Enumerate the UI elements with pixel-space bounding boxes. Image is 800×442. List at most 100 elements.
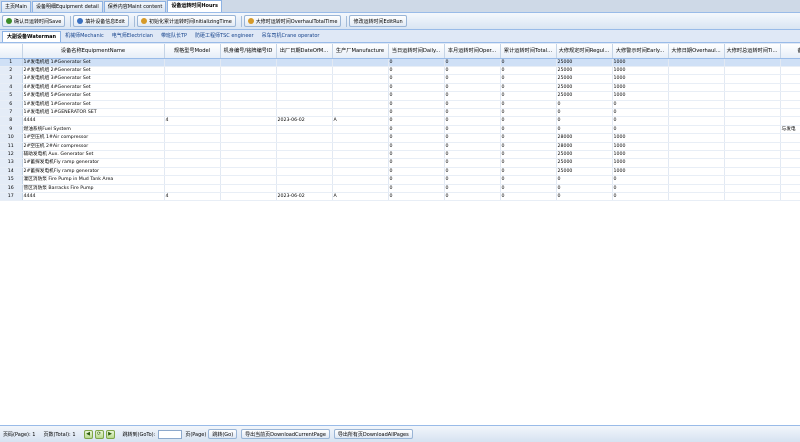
table-row[interactable]: 16 营区消防泵 Barracks Fire Pump 0 0 0 0 0 [0, 184, 800, 194]
table-cell[interactable] [276, 158, 333, 168]
table-cell[interactable] [780, 100, 800, 109]
table-cell[interactable]: 0 [388, 108, 445, 118]
table-cell[interactable] [164, 74, 221, 84]
table-cell[interactable] [668, 158, 725, 168]
table-cell[interactable] [724, 66, 781, 76]
toolbar-button-4[interactable]: 修改运转时间EditRun [349, 15, 407, 27]
table-cell[interactable]: 燃油系统Fuel System [22, 125, 165, 135]
table-cell[interactable]: 0 [444, 192, 501, 202]
table-cell[interactable] [220, 158, 277, 168]
column-header[interactable]: 累计运转时间Total... [500, 44, 557, 59]
table-row[interactable]: 13 1#蓄探发电机Fly ramp generator 0 0 0 25000 1000 [0, 158, 800, 168]
refresh-icon[interactable]: ⟳ [94, 429, 104, 439]
table-cell[interactable] [332, 133, 389, 143]
table-cell[interactable]: 25000 [556, 83, 613, 93]
table-cell[interactable] [276, 108, 333, 118]
table-cell[interactable] [332, 91, 389, 101]
table-cell[interactable]: 5#发电机组 5#Generator Set [22, 91, 165, 101]
table-cell[interactable]: 0 [444, 83, 501, 93]
table-cell[interactable]: 1000 [612, 150, 669, 160]
table-cell[interactable] [724, 192, 781, 202]
table-cell[interactable] [668, 142, 725, 151]
role-tab-2[interactable]: 电气师Electrician [108, 31, 157, 42]
table-cell[interactable] [332, 142, 389, 151]
table-cell[interactable] [668, 116, 725, 126]
table-row[interactable]: 9 燃油系统Fuel System 0 0 0 0 0 与发电 [0, 125, 800, 135]
table-cell[interactable]: 25000 [556, 167, 613, 177]
table-cell[interactable]: 1000 [612, 66, 669, 76]
table-cell[interactable]: 0 [556, 125, 613, 135]
table-cell[interactable] [724, 58, 781, 67]
role-tab-5[interactable]: 吊车司机Crane operator [258, 31, 324, 42]
table-cell[interactable]: 2023-06-02 [276, 192, 333, 202]
column-header[interactable]: 大修警示时间Early... [612, 44, 669, 59]
table-cell[interactable]: 0 [388, 74, 445, 84]
table-cell[interactable]: 0 [556, 108, 613, 118]
table-cell[interactable]: 4 [164, 116, 221, 126]
table-cell[interactable] [780, 108, 800, 118]
table-cell[interactable] [332, 83, 389, 93]
table-cell[interactable]: 1000 [612, 74, 669, 84]
tab-2[interactable]: 保养内容Maint content [103, 1, 167, 12]
table-cell[interactable] [724, 100, 781, 109]
table-cell[interactable]: 0 [444, 184, 501, 194]
table-cell[interactable] [164, 125, 221, 135]
table-cell[interactable]: 0 [444, 100, 501, 109]
table-cell[interactable] [164, 158, 221, 168]
tab-1[interactable]: 设备明细Equipment detail [31, 1, 103, 12]
table-row[interactable]: 10 1#空压机 1#Air compressor 0 0 0 28000 1000 [0, 133, 800, 143]
table-cell[interactable] [164, 58, 221, 67]
table-cell[interactable]: 1000 [612, 158, 669, 168]
table-cell[interactable]: 0 [388, 184, 445, 194]
table-cell[interactable] [220, 66, 277, 76]
table-cell[interactable]: 25000 [556, 150, 613, 160]
table-cell[interactable]: 25000 [556, 158, 613, 168]
table-cell[interactable]: 0 [500, 108, 557, 118]
table-cell[interactable]: 0 [500, 150, 557, 160]
table-cell[interactable] [780, 192, 800, 202]
table-cell[interactable] [332, 66, 389, 76]
table-cell[interactable] [668, 133, 725, 143]
table-cell[interactable]: 0 [388, 158, 445, 168]
table-row[interactable]: 7 1#发电机组 1#GENERATOR SET 0 0 0 0 0 [0, 108, 800, 118]
table-cell[interactable]: 0 [612, 184, 669, 194]
table-cell[interactable]: 0 [444, 150, 501, 160]
table-cell[interactable] [164, 66, 221, 76]
table-cell[interactable]: 25000 [556, 66, 613, 76]
column-header[interactable]: 大修规定时间Regul... [556, 44, 613, 59]
table-cell[interactable] [724, 150, 781, 160]
role-tab-4[interactable]: 防砸工程师TSC engineer [191, 31, 258, 42]
table-cell[interactable]: 0 [612, 192, 669, 202]
table-cell[interactable]: 0 [500, 133, 557, 143]
table-cell[interactable]: 25000 [556, 74, 613, 84]
table-cell[interactable] [164, 133, 221, 143]
table-cell[interactable]: 辅助发电机 Aux. Generator Set [22, 150, 165, 160]
table-cell[interactable] [164, 184, 221, 194]
table-cell[interactable]: 0 [388, 91, 445, 101]
table-cell[interactable]: 0 [444, 133, 501, 143]
table-cell[interactable]: 0 [556, 175, 613, 185]
table-cell[interactable]: 1000 [612, 58, 669, 67]
goto-page-input[interactable] [158, 429, 183, 439]
table-cell[interactable] [668, 184, 725, 194]
table-cell[interactable]: 0 [500, 66, 557, 76]
table-cell[interactable]: 28000 [556, 142, 613, 151]
table-cell[interactable] [668, 108, 725, 118]
toolbar-button-2[interactable]: 初始化累计运转时间InitializingTime [136, 15, 236, 27]
table-cell[interactable] [220, 142, 277, 151]
toolbar-button-0[interactable]: 确认日运转时间Save [2, 15, 66, 27]
table-cell[interactable]: 0 [500, 125, 557, 135]
prev-page-icon[interactable]: ◀ [83, 429, 93, 439]
table-cell[interactable]: 0 [612, 125, 669, 135]
table-cell[interactable] [724, 91, 781, 101]
table-row[interactable]: 12 辅助发电机 Aux. Generator Set 0 0 0 25000 1000 [0, 150, 800, 160]
column-header[interactable]: 生产厂Manufacture [332, 44, 389, 59]
table-cell[interactable] [332, 58, 389, 67]
table-cell[interactable] [220, 91, 277, 101]
table-cell[interactable] [780, 66, 800, 76]
table-cell[interactable] [780, 91, 800, 101]
table-cell[interactable]: 0 [500, 74, 557, 84]
table-cell[interactable]: 0 [388, 192, 445, 202]
table-cell[interactable] [164, 108, 221, 118]
table-cell[interactable] [668, 74, 725, 84]
